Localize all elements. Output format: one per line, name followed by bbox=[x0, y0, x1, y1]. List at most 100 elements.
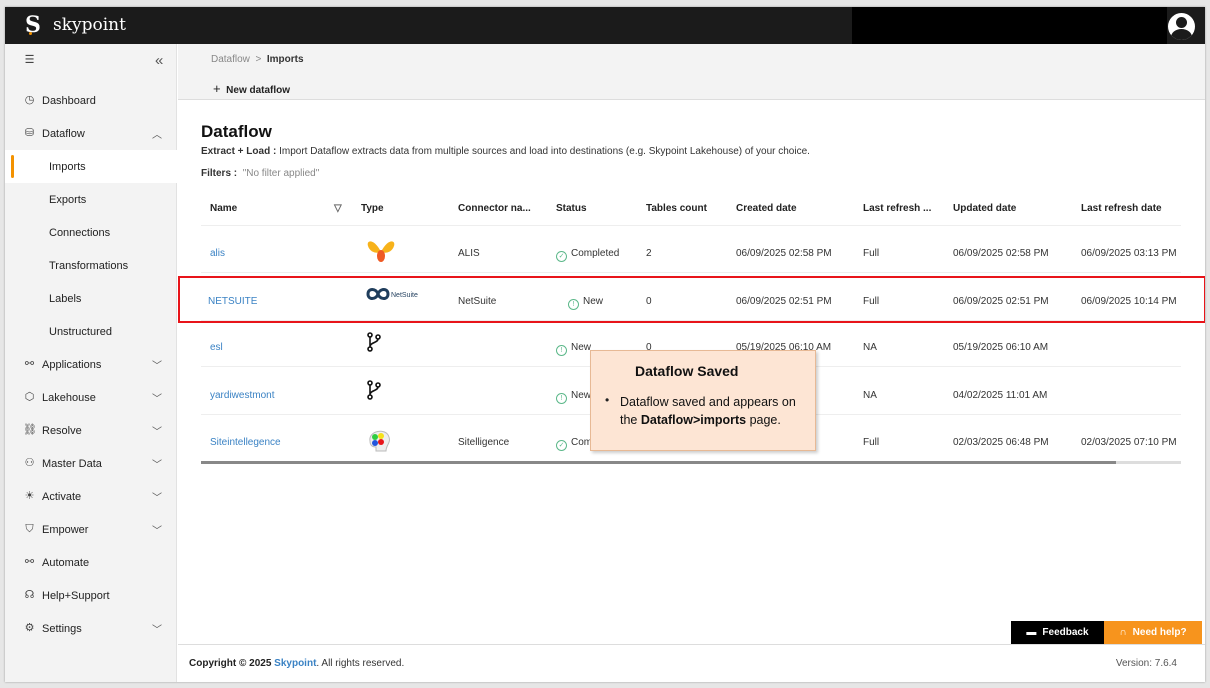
sidebar-item-imports[interactable]: Imports bbox=[5, 150, 177, 183]
desc-text: Import Dataflow extracts data from multi… bbox=[276, 146, 810, 157]
sidebar-item-label: Automate bbox=[42, 556, 90, 569]
filters-label: Filters : bbox=[201, 168, 238, 179]
need-help-button[interactable]: ∩ Need help? bbox=[1104, 621, 1202, 644]
filter-icon[interactable]: ▽ bbox=[334, 203, 342, 214]
cell-connector: Sitelligence bbox=[458, 437, 510, 448]
sidebar-item-automate[interactable]: ⚯ Automate bbox=[5, 546, 177, 579]
sidebar-item-exports[interactable]: Exports bbox=[5, 183, 177, 216]
dataflow-name-link[interactable]: Siteintellegence bbox=[210, 437, 281, 448]
column-header[interactable]: Tables count bbox=[646, 203, 707, 214]
dataflow-icon: ⛁ bbox=[24, 127, 35, 139]
hamburger-row: ☰ « bbox=[5, 44, 177, 77]
sidebar-item-label: Transformations bbox=[49, 259, 129, 272]
status-text: New bbox=[571, 390, 592, 401]
git-branch-icon bbox=[366, 380, 382, 403]
cell-refresh-type: Full bbox=[863, 437, 880, 448]
sidebar-item-resolve[interactable]: ⛓ Resolve ﹀ bbox=[5, 414, 177, 447]
sidebar-item-master-data[interactable]: ⚇ Master Data ﹀ bbox=[5, 447, 177, 480]
dataflow-name-link[interactable]: alis bbox=[210, 248, 225, 259]
highlight-box bbox=[178, 276, 1205, 323]
breadcrumb-dataflow[interactable]: Dataflow bbox=[211, 54, 250, 65]
page-description: Extract + Load : Import Dataflow extract… bbox=[201, 146, 810, 157]
filters-value: "No filter applied" bbox=[242, 168, 320, 179]
cell-updated: 05/19/2025 06:10 AM bbox=[953, 342, 1049, 353]
status-badge: ! New bbox=[556, 342, 591, 356]
sidebar-item-dashboard[interactable]: ◷ Dashboard bbox=[5, 84, 177, 117]
chevron-down-icon[interactable]: ﹀ bbox=[152, 357, 162, 372]
rights-text: . All rights reserved. bbox=[316, 658, 405, 669]
column-header[interactable]: Updated date bbox=[953, 203, 1016, 214]
cell-updated: 04/02/2025 11:01 AM bbox=[953, 390, 1048, 401]
column-header[interactable]: Name bbox=[210, 203, 237, 214]
dashboard-icon: ◷ bbox=[24, 94, 35, 106]
scrollbar-thumb[interactable] bbox=[201, 461, 1116, 464]
copyright: Copyright © 2025 Skypoint. All rights re… bbox=[189, 658, 404, 669]
help-icon: ☊ bbox=[24, 589, 35, 601]
cell-created: 06/09/2025 02:58 PM bbox=[736, 248, 832, 259]
feedback-label: Feedback bbox=[1042, 627, 1089, 638]
sidebar-item-applications[interactable]: ⚯ Applications ﹀ bbox=[5, 348, 177, 381]
column-header[interactable]: Created date bbox=[736, 203, 797, 214]
collapse-sidebar-icon[interactable]: « bbox=[155, 52, 163, 69]
sidebar-item-transformations[interactable]: Transformations bbox=[5, 249, 177, 282]
sidebar-item-label: Unstructured bbox=[49, 325, 112, 338]
feedback-button[interactable]: ▬ Feedback bbox=[1011, 621, 1104, 644]
sidebar-item-unstructured[interactable]: Unstructured bbox=[5, 315, 177, 348]
row-divider bbox=[201, 272, 1181, 273]
sidebar-item-label: Dashboard bbox=[42, 94, 96, 107]
column-header[interactable]: Connector na... bbox=[458, 203, 531, 214]
tooltip-text-bold: Dataflow>imports bbox=[640, 413, 747, 427]
cell-last-refresh: 06/09/2025 03:13 PM bbox=[1081, 248, 1177, 259]
chevron-up-icon[interactable]: ︿ bbox=[152, 126, 162, 141]
logo[interactable]: S bbox=[25, 12, 41, 38]
dataflow-name-link[interactable]: esl bbox=[210, 342, 223, 353]
cell-refresh-type: NA bbox=[863, 342, 877, 353]
headset-icon: ∩ bbox=[1119, 627, 1127, 638]
hamburger-icon[interactable]: ☰ bbox=[23, 54, 36, 67]
top-bar: S skypoint bbox=[5, 7, 1205, 44]
sidebar-item-lakehouse[interactable]: ⬡ Lakehouse ﹀ bbox=[5, 381, 177, 414]
chevron-down-icon[interactable]: ﹀ bbox=[152, 390, 162, 405]
chevron-down-icon[interactable]: ﹀ bbox=[152, 423, 162, 438]
column-header[interactable]: Last refresh ... bbox=[863, 203, 931, 214]
chevron-down-icon[interactable]: ﹀ bbox=[152, 489, 162, 504]
empower-icon: ⛉ bbox=[25, 523, 34, 535]
sidebar-item-help-support[interactable]: ☊ Help+Support bbox=[5, 579, 177, 612]
sidebar: ☰ « ◷ Dashboard ⛁ Dataflow ︿ Imports Exports Co… bbox=[5, 44, 177, 682]
sidebar-item-label: Empower bbox=[42, 523, 89, 536]
chevron-down-icon[interactable]: ﹀ bbox=[152, 621, 162, 636]
brand-link[interactable]: Skypoint bbox=[274, 658, 316, 669]
sidebar-item-label: Settings bbox=[42, 622, 82, 635]
new-dataflow-label: New dataflow bbox=[226, 85, 291, 96]
footer-divider bbox=[178, 644, 1205, 645]
dataflow-name-link[interactable]: yardiwestmont bbox=[210, 390, 274, 401]
column-header[interactable]: Last refresh date bbox=[1081, 203, 1162, 214]
cell-refresh-type: NA bbox=[863, 390, 877, 401]
status-text: Completed bbox=[571, 248, 620, 259]
tooltip-text: Dataflow saved and appears on the Datafl… bbox=[620, 393, 810, 429]
sidebar-item-label: Exports bbox=[49, 193, 87, 206]
row-divider bbox=[201, 225, 1181, 226]
need-help-label: Need help? bbox=[1132, 627, 1187, 638]
resolve-icon: ⛓ bbox=[23, 424, 37, 436]
sidebar-item-dataflow[interactable]: ⛁ Dataflow ︿ bbox=[5, 117, 177, 150]
sidebar-item-settings[interactable]: ⚙ Settings ﹀ bbox=[5, 612, 177, 645]
column-header[interactable]: Status bbox=[556, 203, 587, 214]
info-circle-icon: ! bbox=[556, 345, 567, 356]
sidebar-item-activate[interactable]: ☀ Activate ﹀ bbox=[5, 480, 177, 513]
sidebar-item-label: Lakehouse bbox=[42, 391, 96, 404]
cell-refresh-type: Full bbox=[863, 248, 880, 259]
new-dataflow-button[interactable]: + New dataflow bbox=[213, 81, 290, 96]
sidebar-item-empower[interactable]: ⛉ Empower ﹀ bbox=[5, 513, 177, 546]
redacted-area bbox=[852, 7, 1167, 44]
column-header[interactable]: Type bbox=[361, 203, 384, 214]
user-avatar-icon[interactable] bbox=[1168, 13, 1195, 40]
horizontal-scrollbar[interactable] bbox=[201, 461, 1181, 464]
sidebar-item-label: Dataflow bbox=[42, 127, 85, 140]
sidebar-item-labels[interactable]: Labels bbox=[5, 282, 177, 315]
chevron-down-icon[interactable]: ﹀ bbox=[152, 456, 162, 471]
check-circle-icon: ✓ bbox=[556, 251, 567, 262]
status-badge: ✓ Completed bbox=[556, 248, 619, 262]
chevron-down-icon[interactable]: ﹀ bbox=[152, 522, 162, 537]
sidebar-item-connections[interactable]: Connections bbox=[5, 216, 177, 249]
